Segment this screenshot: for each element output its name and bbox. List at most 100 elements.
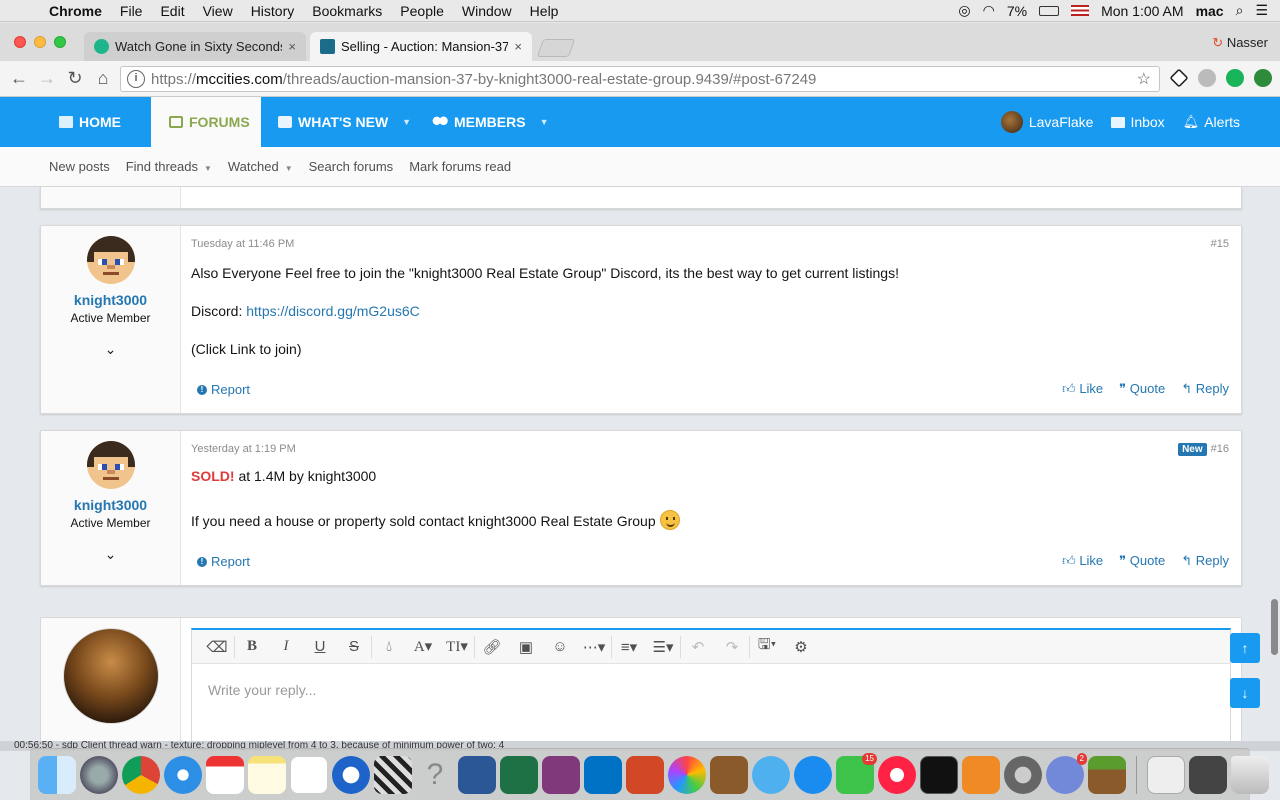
battery-percent[interactable]: 7% — [1007, 3, 1027, 19]
subnav-find-threads[interactable]: Find threads ▼ — [126, 159, 212, 174]
chevron-down-icon[interactable]: ⌄ — [41, 341, 180, 358]
quote-button[interactable]: ❞ Quote — [1119, 381, 1165, 397]
redo-icon[interactable]: ↷ — [715, 638, 749, 656]
undo-icon[interactable]: ↶ — [681, 638, 715, 656]
extension-up-arrow-icon[interactable] — [1254, 69, 1272, 87]
scroll-to-top-button[interactable]: ↑ — [1230, 633, 1260, 663]
safari-icon[interactable] — [164, 755, 202, 794]
user-menu[interactable]: mac — [1196, 3, 1224, 19]
reply-input[interactable]: Write your reply... — [192, 664, 1230, 716]
tab-watch-gone[interactable]: Watch Gone in Sixty Seconds × — [84, 32, 306, 61]
menu-help[interactable]: Help — [521, 3, 568, 19]
drafts-save-icon[interactable]: 🖫︎▾ — [750, 634, 784, 659]
post-username[interactable]: knight3000 — [41, 292, 180, 308]
unknown-app-icon[interactable]: ? — [416, 756, 454, 794]
list-icon[interactable]: ☰▾ — [646, 638, 680, 656]
strikethrough-icon[interactable]: S — [337, 638, 371, 655]
close-window-button[interactable] — [14, 36, 26, 48]
terminal-icon[interactable] — [920, 755, 958, 794]
bold-icon[interactable]: B — [235, 638, 269, 655]
imovie-icon[interactable] — [374, 755, 412, 794]
close-tab-icon[interactable]: × — [288, 39, 296, 54]
subnav-mark-read[interactable]: Mark forums read — [409, 159, 511, 174]
quote-button[interactable]: ❞ Quote — [1119, 553, 1165, 569]
nav-forums[interactable]: FORUMS — [151, 97, 261, 147]
align-icon[interactable]: ≡▾ — [612, 638, 646, 656]
new-tab-button[interactable] — [536, 39, 576, 57]
subnav-new-posts[interactable]: New posts — [49, 159, 110, 174]
flag-icon[interactable] — [1071, 5, 1090, 16]
nav-alerts[interactable]: 🔔︎ Alerts — [1183, 114, 1240, 130]
post-number[interactable]: #16 — [1211, 443, 1229, 455]
notification-center-icon[interactable]: ☰ — [1255, 2, 1268, 19]
link-icon[interactable]: 🔗︎ — [475, 638, 509, 656]
user-avatar[interactable] — [86, 236, 135, 284]
post-number[interactable]: #15 — [1211, 238, 1229, 250]
discord-link[interactable]: https://discord.gg/mG2us6C — [246, 303, 420, 319]
messages-icon[interactable] — [752, 755, 790, 794]
chevron-down-icon[interactable]: ⌄ — [41, 546, 180, 563]
chrome-icon[interactable] — [122, 755, 160, 794]
gear-icon[interactable]: ⚙ — [784, 638, 818, 656]
like-button[interactable]: 👍︎ Like — [1062, 381, 1103, 397]
downloads-stack-icon[interactable] — [1147, 755, 1185, 794]
system-preferences-icon[interactable] — [1004, 755, 1042, 794]
menu-file[interactable]: File — [111, 3, 152, 19]
minecraft-icon[interactable] — [1088, 755, 1126, 794]
battery-icon[interactable] — [1039, 5, 1060, 16]
more-options-icon[interactable]: ⋯▾ — [577, 638, 611, 656]
subnav-watched[interactable]: Watched ▼ — [228, 159, 293, 174]
crafting-table-icon[interactable] — [710, 755, 748, 794]
reply-button[interactable]: ↰ Reply — [1181, 553, 1229, 569]
site-info-icon[interactable]: i — [127, 70, 145, 88]
quicktime-icon[interactable] — [332, 755, 370, 794]
menu-window[interactable]: Window — [453, 3, 521, 19]
launchpad-icon[interactable] — [80, 755, 118, 794]
forward-arrow-icon[interactable]: → — [36, 68, 58, 89]
report-link[interactable]: ! Report — [197, 554, 250, 569]
word-icon[interactable] — [458, 755, 496, 794]
tab-selling-auction[interactable]: Selling - Auction: Mansion-37 × — [310, 32, 532, 61]
underline-icon[interactable]: U — [303, 638, 337, 655]
post-date[interactable]: Yesterday at 1:19 PM — [191, 443, 296, 455]
menu-history[interactable]: History — [242, 3, 304, 19]
extension-diamond-icon[interactable] — [1169, 68, 1189, 88]
back-arrow-icon[interactable]: ← — [8, 68, 30, 89]
italic-icon[interactable]: I — [269, 638, 303, 655]
app-store-icon[interactable] — [794, 755, 832, 794]
address-bar[interactable]: i https://mccities.com/threads/auction-m… — [120, 66, 1160, 92]
like-button[interactable]: 👍︎ Like — [1062, 553, 1103, 569]
photos-icon[interactable] — [668, 755, 706, 794]
outlook-icon[interactable] — [584, 755, 622, 794]
chevron-down-icon[interactable]: ▼ — [540, 117, 549, 127]
eraser-icon[interactable]: ⌫ — [200, 638, 234, 656]
trash-icon[interactable] — [1231, 755, 1269, 794]
nav-user-lavaflake[interactable]: LavaFlake — [1000, 111, 1093, 133]
wifi-icon[interactable]: ◠ — [983, 2, 995, 19]
menu-people[interactable]: People — [391, 3, 453, 19]
chevron-down-icon[interactable]: ▼ — [402, 117, 411, 127]
current-user-avatar[interactable] — [63, 628, 159, 724]
smilie-icon[interactable]: ☺ — [543, 638, 577, 655]
vpn-icon[interactable]: ◎ — [958, 2, 970, 19]
calendar-icon[interactable] — [206, 755, 244, 794]
post-username[interactable]: knight3000 — [41, 497, 180, 513]
user-avatar[interactable] — [86, 441, 135, 489]
spotlight-icon[interactable]: ⌕ — [1236, 2, 1244, 19]
powerpoint-icon[interactable] — [626, 755, 664, 794]
color-drop-icon[interactable]: 💧︎ — [372, 638, 406, 655]
itunes-icon[interactable] — [878, 755, 916, 794]
post-date[interactable]: Tuesday at 11:46 PM — [191, 238, 294, 250]
image-icon[interactable]: ▣ — [509, 638, 543, 656]
reply-button[interactable]: ↰ Reply — [1181, 381, 1229, 397]
menu-app-chrome[interactable]: Chrome — [40, 3, 111, 19]
finder-icon[interactable] — [38, 755, 76, 794]
documents-stack-icon[interactable] — [1189, 755, 1227, 794]
scroll-to-bottom-button[interactable]: ↓ — [1230, 678, 1260, 708]
nav-members[interactable]: MEMBERS ▼ — [422, 97, 558, 147]
discord-icon[interactable]: 2 — [1046, 752, 1087, 794]
bookmark-star-icon[interactable]: ☆ — [1137, 69, 1151, 89]
font-family-icon[interactable]: A▾ — [406, 637, 440, 656]
nav-inbox[interactable]: Inbox — [1111, 114, 1165, 130]
zoom-window-button[interactable] — [54, 36, 66, 48]
